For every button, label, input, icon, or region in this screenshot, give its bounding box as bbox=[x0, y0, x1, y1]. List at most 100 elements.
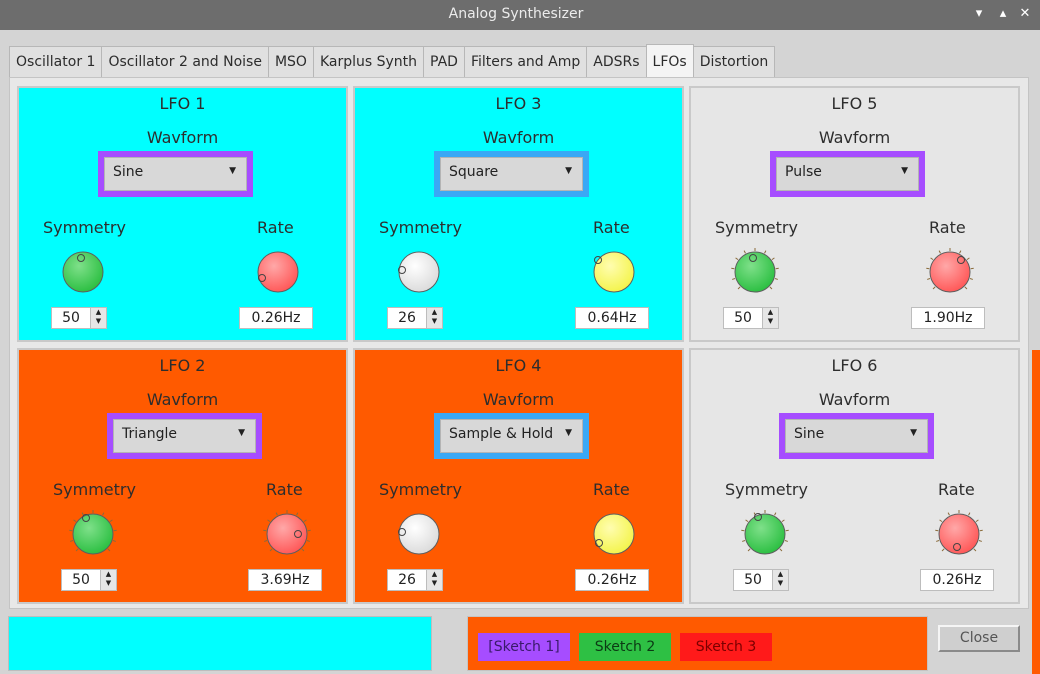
lfo-6-title: LFO 6 bbox=[831, 356, 878, 375]
sketch-3-button[interactable]: Sketch 3 bbox=[680, 633, 772, 661]
lfo-4-panel: LFO 4 Wavform Sample & Hold ▼ Symmetry R… bbox=[353, 348, 684, 604]
lfo-4-rate-knob[interactable] bbox=[590, 510, 638, 558]
spin-arrows-icon[interactable]: ▲ ▼ bbox=[100, 570, 116, 590]
tab-filters-and-amp[interactable]: Filters and Amp bbox=[463, 46, 588, 78]
lfo-6-symmetry-spinbox[interactable]: 50 ▲ ▼ bbox=[733, 569, 789, 591]
lfo-1-symmetry-label: Symmetry bbox=[43, 218, 126, 237]
lfo-4-waveform-frame: Sample & Hold ▼ bbox=[434, 413, 589, 459]
lfo-1-rate-field[interactable]: 0.26Hz bbox=[239, 307, 313, 329]
lfo-4-symmetry-label: Symmetry bbox=[379, 480, 462, 499]
spin-arrows-icon[interactable]: ▲ ▼ bbox=[426, 570, 442, 590]
maximize-icon[interactable]: ▴ bbox=[994, 5, 1012, 23]
chevron-down-icon: ▼ bbox=[565, 428, 572, 438]
tab-karplus-synth[interactable]: Karplus Synth bbox=[312, 46, 425, 78]
lfo-4-rate-field[interactable]: 0.26Hz bbox=[575, 569, 649, 591]
close-button[interactable]: Close bbox=[938, 625, 1020, 652]
tab-mso[interactable]: MSO bbox=[267, 46, 314, 78]
lfo-4-waveform-select[interactable]: Sample & Hold ▼ bbox=[440, 419, 583, 453]
lfo-6-panel: LFO 6 Wavform Sine ▼ Symmetry Rate 50 ▲ ▼… bbox=[689, 348, 1020, 604]
lfo-5-symmetry-value: 50 bbox=[734, 310, 752, 326]
lfo-6-symmetry-value: 50 bbox=[744, 572, 762, 588]
window-edge-strip-bottom bbox=[1032, 600, 1040, 674]
lfo-5-symmetry-knob[interactable] bbox=[731, 248, 779, 296]
status-panel bbox=[8, 616, 432, 671]
lfo-1-symmetry-value: 50 bbox=[62, 310, 80, 326]
sketch-panel: [Sketch 1] Sketch 2 Sketch 3 bbox=[467, 616, 928, 671]
lfo-1-title: LFO 1 bbox=[159, 94, 206, 113]
lfo-1-rate-knob[interactable] bbox=[254, 248, 302, 296]
lfo-2-waveform-value: Triangle bbox=[122, 426, 177, 442]
tab-oscillator-1[interactable]: Oscillator 1 bbox=[9, 46, 103, 78]
lfo-5-waveform-value: Pulse bbox=[785, 164, 822, 180]
tab-distortion[interactable]: Distortion bbox=[692, 46, 776, 78]
lfo-4-symmetry-spinbox[interactable]: 26 ▲ ▼ bbox=[387, 569, 443, 591]
lfo-6-rate-label: Rate bbox=[938, 480, 975, 499]
window-title: Analog Synthesizer bbox=[448, 6, 584, 22]
spin-arrows-icon[interactable]: ▲ ▼ bbox=[426, 308, 442, 328]
lfo-2-rate-field[interactable]: 3.69Hz bbox=[248, 569, 322, 591]
chevron-down-icon: ▼ bbox=[565, 166, 572, 176]
spin-arrows-icon[interactable]: ▲ ▼ bbox=[772, 570, 788, 590]
lfo-5-symmetry-spinbox[interactable]: 50 ▲ ▼ bbox=[723, 307, 779, 329]
lfo-3-rate-field[interactable]: 0.64Hz bbox=[575, 307, 649, 329]
lfo-6-waveform-frame: Sine ▼ bbox=[779, 413, 934, 459]
lfo-6-symmetry-label: Symmetry bbox=[725, 480, 808, 499]
lfo-3-symmetry-spinbox[interactable]: 26 ▲ ▼ bbox=[387, 307, 443, 329]
tab-oscillator-2-and-noise[interactable]: Oscillator 2 and Noise bbox=[101, 46, 269, 78]
lfo-2-symmetry-knob[interactable] bbox=[69, 510, 117, 558]
lfo-6-rate-knob[interactable] bbox=[935, 510, 983, 558]
lfo-5-waveform-label: Wavform bbox=[818, 128, 891, 147]
lfo-1-symmetry-spinbox[interactable]: 50 ▲ ▼ bbox=[51, 307, 107, 329]
chevron-down-icon: ▼ bbox=[229, 166, 236, 176]
lfo-3-symmetry-value: 26 bbox=[398, 310, 416, 326]
lfo-2-symmetry-value: 50 bbox=[72, 572, 90, 588]
tab-adsrs[interactable]: ADSRs bbox=[586, 46, 647, 78]
lfo-6-waveform-label: Wavform bbox=[818, 390, 891, 409]
lfo-6-symmetry-knob[interactable] bbox=[741, 510, 789, 558]
lfo-2-rate-knob[interactable] bbox=[263, 510, 311, 558]
sketch-1-button[interactable]: [Sketch 1] bbox=[478, 633, 570, 661]
lfo-5-title: LFO 5 bbox=[831, 94, 878, 113]
lfo-5-panel: LFO 5 Wavform Pulse ▼ Symmetry Rate 50 ▲… bbox=[689, 86, 1020, 342]
lfo-5-symmetry-label: Symmetry bbox=[715, 218, 798, 237]
lfo-1-symmetry-knob[interactable] bbox=[59, 248, 107, 296]
lfo-5-rate-field[interactable]: 1.90Hz bbox=[911, 307, 985, 329]
window-edge-strip bbox=[1032, 350, 1040, 605]
app-window: Analog Synthesizer ▾ ▴ ✕ Oscillator 1 Osc… bbox=[0, 0, 1040, 674]
lfo-4-symmetry-value: 26 bbox=[398, 572, 416, 588]
lfo-2-waveform-frame: Triangle ▼ bbox=[107, 413, 262, 459]
minimize-icon[interactable]: ▾ bbox=[970, 5, 988, 23]
lfo-5-waveform-select[interactable]: Pulse ▼ bbox=[776, 157, 919, 191]
lfo-6-waveform-value: Sine bbox=[794, 426, 825, 442]
lfo-5-rate-knob[interactable] bbox=[926, 248, 974, 296]
lfo-2-waveform-select[interactable]: Triangle ▼ bbox=[113, 419, 256, 453]
lfo-tab-content: LFO 1 Wavform Sine ▼ Symmetry Rate 50 ▲ ▼… bbox=[9, 77, 1029, 609]
lfo-3-symmetry-knob[interactable] bbox=[395, 248, 443, 296]
spin-arrows-icon[interactable]: ▲ ▼ bbox=[90, 308, 106, 328]
lfo-3-waveform-select[interactable]: Square ▼ bbox=[440, 157, 583, 191]
lfo-4-rate-label: Rate bbox=[593, 480, 630, 499]
tab-lfos[interactable]: LFOs bbox=[645, 44, 694, 77]
close-icon[interactable]: ✕ bbox=[1016, 5, 1034, 23]
tab-pad[interactable]: PAD bbox=[423, 46, 465, 78]
lfo-6-waveform-select[interactable]: Sine ▼ bbox=[785, 419, 928, 453]
chevron-down-icon: ▼ bbox=[238, 428, 245, 438]
lfo-4-title: LFO 4 bbox=[495, 356, 542, 375]
lfo-1-rate-label: Rate bbox=[257, 218, 294, 237]
lfo-3-waveform-label: Wavform bbox=[482, 128, 555, 147]
lfo-2-symmetry-label: Symmetry bbox=[53, 480, 136, 499]
spin-arrows-icon[interactable]: ▲ ▼ bbox=[762, 308, 778, 328]
lfo-1-waveform-select[interactable]: Sine ▼ bbox=[104, 157, 247, 191]
chevron-down-icon: ▼ bbox=[901, 166, 908, 176]
sketch-2-button[interactable]: Sketch 2 bbox=[579, 633, 671, 661]
lfo-1-waveform-frame: Sine ▼ bbox=[98, 151, 253, 197]
lfo-2-symmetry-spinbox[interactable]: 50 ▲ ▼ bbox=[61, 569, 117, 591]
lfo-1-waveform-value: Sine bbox=[113, 164, 144, 180]
tab-bar: Oscillator 1 Oscillator 2 and Noise MSO Kar… bbox=[9, 44, 776, 78]
lfo-2-waveform-label: Wavform bbox=[146, 390, 219, 409]
lfo-1-waveform-label: Wavform bbox=[146, 128, 219, 147]
lfo-4-symmetry-knob[interactable] bbox=[395, 510, 443, 558]
lfo-6-rate-field[interactable]: 0.26Hz bbox=[920, 569, 994, 591]
lfo-3-waveform-frame: Square ▼ bbox=[434, 151, 589, 197]
lfo-3-rate-knob[interactable] bbox=[590, 248, 638, 296]
